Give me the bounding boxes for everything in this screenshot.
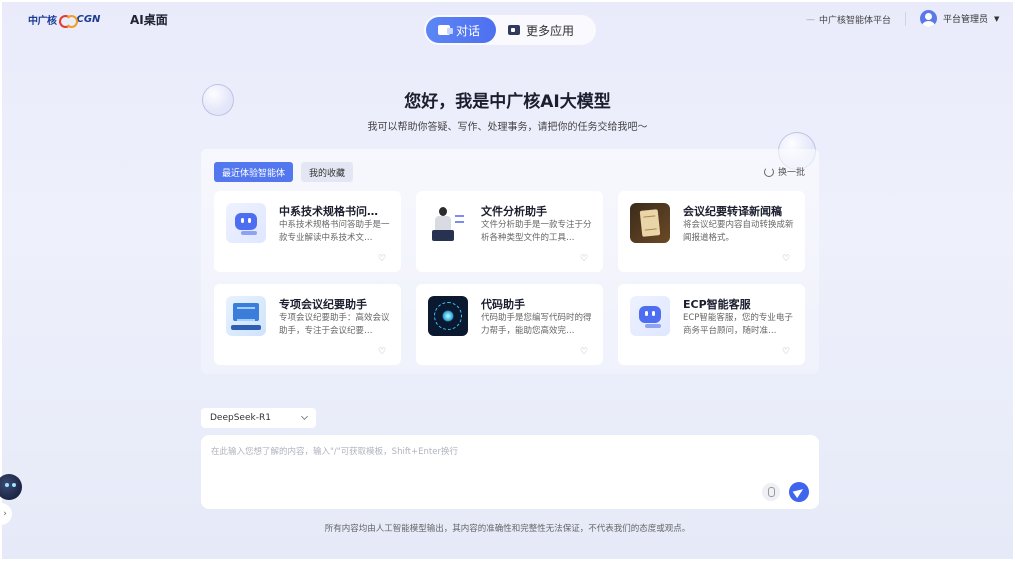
tab-more-apps[interactable]: 更多应用 [496,17,586,43]
agent-card-desc: 将会议纪要内容自动转换成新闻报道格式。 [683,220,794,243]
chat-input-box [201,435,819,509]
hero-subtitle: 我可以帮助你答疑、写作、处理事务，请把你的任务交给我吧～ [367,122,648,133]
agent-card-desc: 代码助手是您编写代码时的得力帮手，能助您高效完… [481,313,592,336]
meeting-icon [226,296,266,336]
tab-chat[interactable]: 对话 [426,17,496,43]
agent-card-code-assistant[interactable]: 代码助手 代码助手是您编写代码时的得力帮手，能助您高效完… ♡ [416,284,603,365]
robot-icon [630,296,670,336]
app-title: AI桌面 [130,13,168,27]
favorite-heart-icon[interactable]: ♡ [579,254,589,264]
agent-card-file-analysis[interactable]: 文件分析助手 文件分析助手是一款专注于分析各种类型文件的工具… ♡ [416,191,603,272]
refresh-icon [764,166,774,177]
apps-icon [508,25,520,35]
chevron-down-icon [300,412,309,421]
chat-input[interactable] [211,445,801,485]
user-name: 平台管理员 [943,15,989,25]
agent-card-title: 代码助手 [481,298,525,311]
tab-more-apps-label: 更多应用 [526,23,575,38]
refresh-button[interactable]: 换一批 [764,165,805,178]
mode-switch: 对话 更多应用 [424,15,596,45]
cgn-logo: 中广核 CGN [28,12,101,28]
agent-card-desc: ECP智能客服，您的专业电子商务平台顾问，随时准… [683,313,793,336]
header-divider [905,12,906,26]
scroll-icon [630,203,670,243]
logo-en-text: CGN [76,14,101,25]
link-dash-icon: — [806,14,815,25]
user-menu[interactable]: 平台管理员 ▼ [920,10,999,27]
agent-card-title: 中系技术规格书问… [279,205,378,218]
agent-card-title: 文件分析助手 [481,205,547,218]
platform-link-label: 中广核智能体平台 [819,16,892,26]
code-orb-icon [428,296,468,336]
agent-card-desc: 中系技术规格书问答助手是一款专业解读中系技术文… [279,220,390,243]
chevron-right-icon: › [3,509,7,519]
assistant-bot-icon[interactable] [0,474,22,500]
cgn-logo-mark-icon [58,14,78,28]
robot-icon [226,203,266,243]
microphone-icon[interactable] [762,483,780,501]
tab-my-favorites[interactable]: 我的收藏 [301,162,354,182]
refresh-label: 换一批 [778,168,806,178]
tab-chat-label: 对话 [456,23,481,38]
favorite-heart-icon[interactable]: ♡ [579,347,589,357]
user-avatar-icon [920,10,937,27]
favorite-heart-icon[interactable]: ♡ [781,254,791,264]
agent-card-meeting-minutes[interactable]: 专项会议纪要助手 专项会议纪要助手：高效会议助手，专注于会议纪要… ♡ [214,284,401,365]
model-select[interactable]: DeepSeek-R1 [201,408,316,428]
agent-card-title: ECP智能客服 [683,298,751,311]
agent-card-spec-qa[interactable]: 中系技术规格书问… 中系技术规格书问答助手是一款专业解读中系技术文… ♡ [214,191,401,272]
logo-cn-text: 中广核 [28,16,57,27]
person-laptop-icon [428,203,468,243]
agent-card-title: 会议纪要转译新闻稿 [683,205,782,218]
favorite-heart-icon[interactable]: ♡ [377,254,387,264]
agent-card-ecp-service[interactable]: ECP智能客服 ECP智能客服，您的专业电子商务平台顾问，随时准… ♡ [618,284,805,365]
chat-icon [438,25,453,35]
agent-card-minutes-to-news[interactable]: 会议纪要转译新闻稿 将会议纪要内容自动转换成新闻报道格式。 ♡ [618,191,805,272]
model-select-value: DeepSeek-R1 [210,413,271,423]
favorite-heart-icon[interactable]: ♡ [781,347,791,357]
tab-recent-agents[interactable]: 最近体验智能体 [214,162,294,182]
agent-card-desc: 专项会议纪要助手：高效会议助手，专注于会议纪要… [279,313,390,336]
disclaimer: 所有内容均由人工智能模型输出，其内容的准确性和完整性无法保证，不代表我们的态度或… [324,524,691,534]
agent-card-desc: 文件分析助手是一款专注于分析各种类型文件的工具… [481,220,592,243]
favorite-heart-icon[interactable]: ♡ [377,347,387,357]
send-button[interactable] [789,482,809,502]
platform-link[interactable]: — 中广核智能体平台 [806,13,892,27]
agent-card-title: 专项会议纪要助手 [279,298,367,311]
hero-title: 您好，我是中广核AI大模型 [404,92,611,112]
caret-down-icon: ▼ [994,14,1000,23]
